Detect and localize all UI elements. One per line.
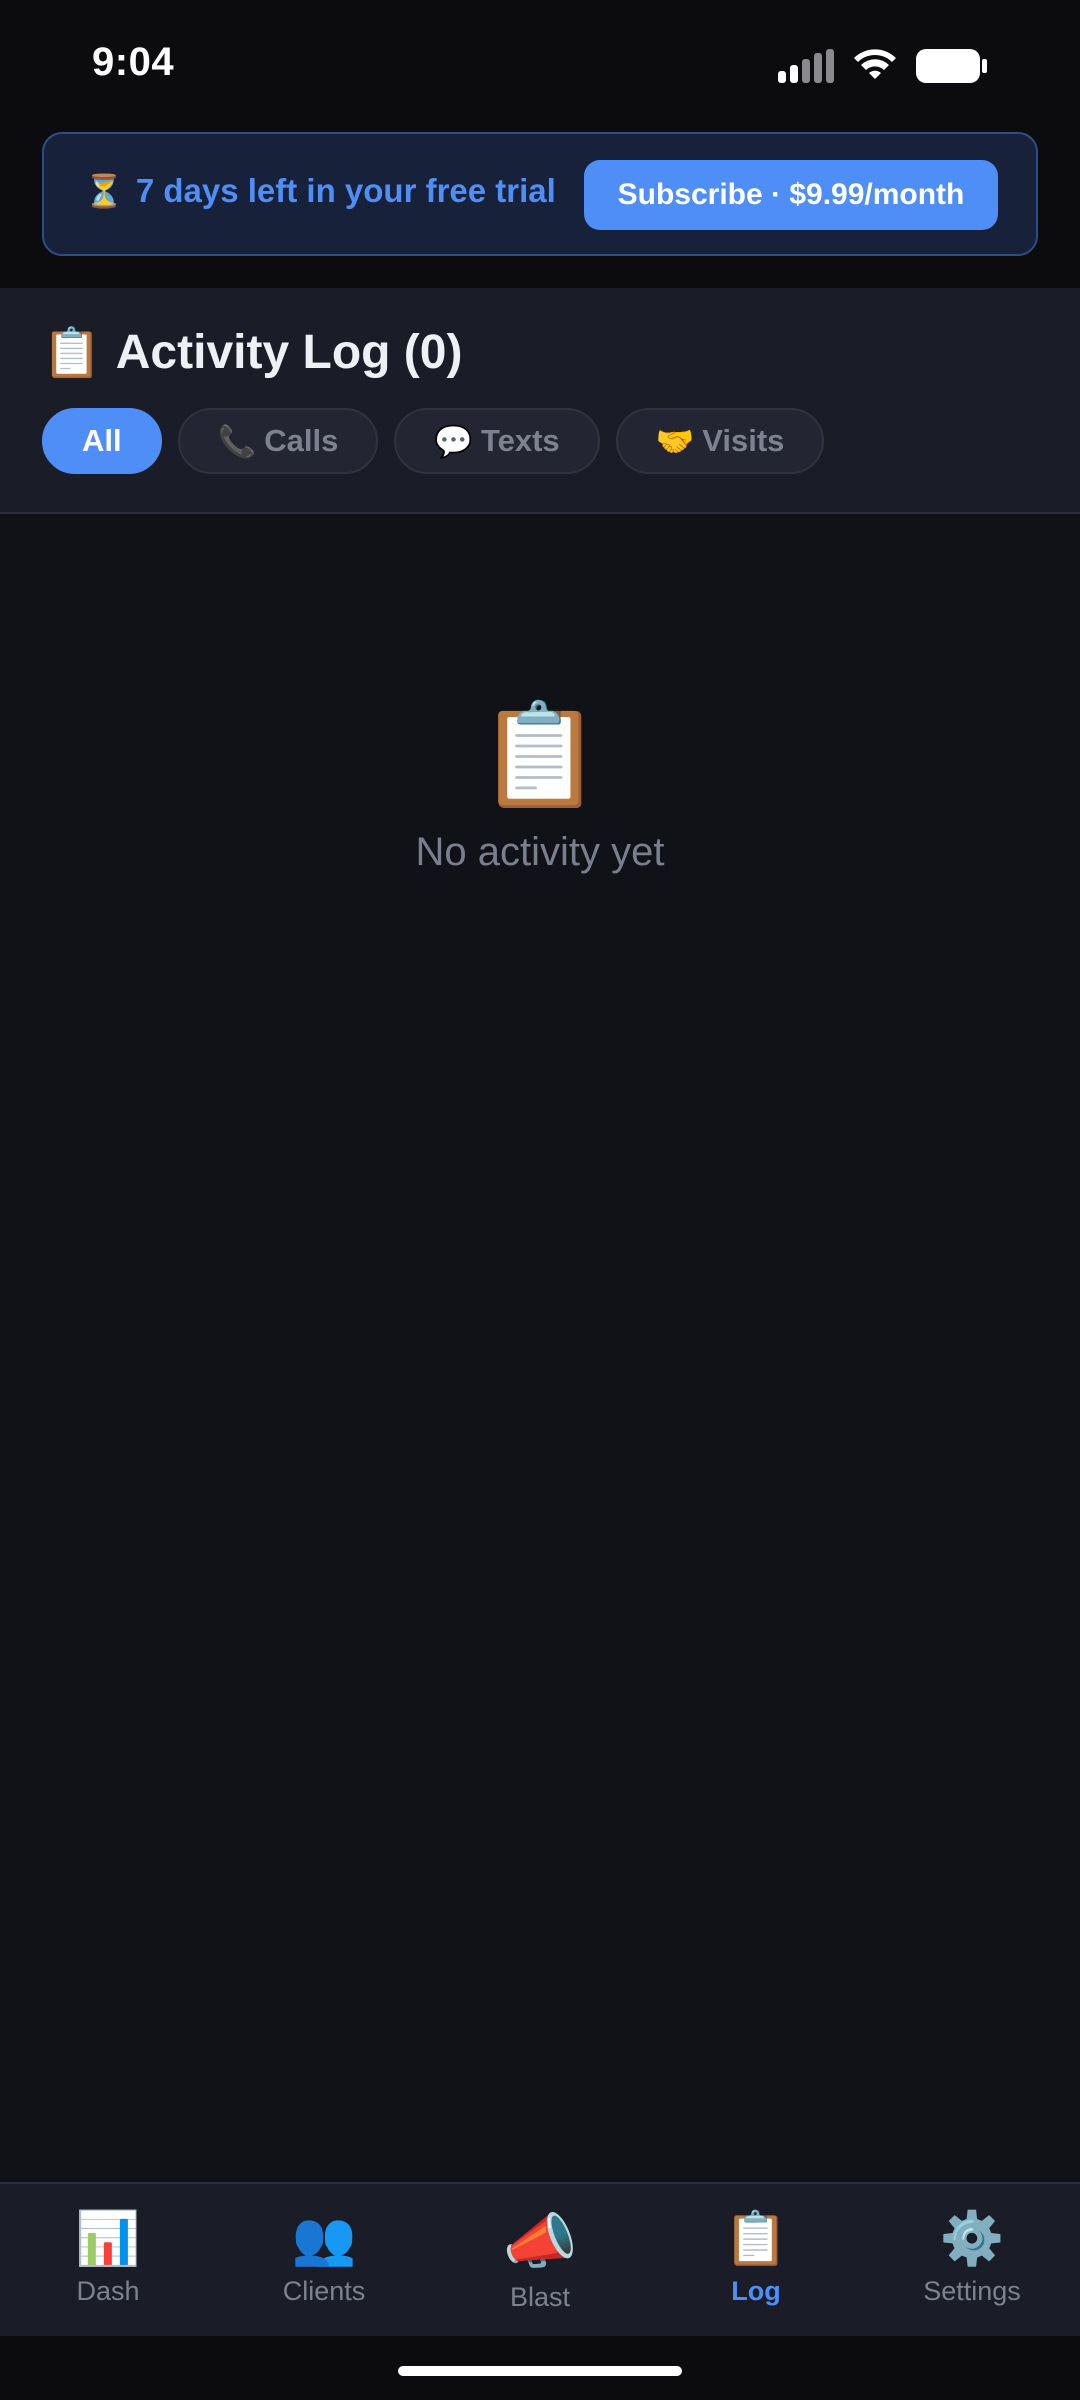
clipboard-icon: 📋 — [723, 2210, 789, 2268]
subscribe-button[interactable]: Subscribe · $9.99/month — [584, 160, 998, 230]
home-indicator[interactable] — [398, 2366, 682, 2376]
nav-label: Log — [731, 2276, 781, 2306]
nav-item-dash[interactable]: 📊 Dash — [0, 2184, 216, 2336]
filter-tabs: All 📞 Calls 💬 Texts 🤝 Visits — [42, 408, 825, 474]
wifi-icon — [854, 49, 896, 79]
handshake-icon: 🤝 — [655, 423, 695, 459]
trial-text: 7 days left in your free trial — [135, 172, 556, 209]
clipboard-icon: 📋 — [42, 327, 102, 380]
nav-label: Dash — [76, 2276, 140, 2306]
nav-label: Settings — [923, 2276, 1021, 2306]
speech-bubble-icon: 💬 — [434, 423, 473, 459]
bottom-nav: 📊 Dash 👥 Clients 📣 Blast 📋 Log ⚙️ Settin… — [0, 2182, 1080, 2336]
nav-item-settings[interactable]: ⚙️ Settings — [864, 2184, 1080, 2336]
empty-state-text: No activity yet — [415, 830, 665, 874]
battery-icon — [916, 49, 987, 83]
filter-label: Calls — [264, 423, 339, 458]
empty-state: 📋 No activity yet — [0, 700, 1080, 875]
trial-banner: ⏳ 7 days left in your free trial Subscri… — [42, 132, 1038, 256]
filter-label: All — [82, 423, 122, 458]
activity-log-header: 📋 Activity Log (0) All 📞 Calls 💬 Texts 🤝… — [0, 288, 1080, 514]
home-indicator-area — [0, 2336, 1080, 2400]
trial-banner-area: ⏳ 7 days left in your free trial Subscri… — [0, 130, 1080, 288]
people-icon: 👥 — [291, 2210, 357, 2268]
nav-item-log[interactable]: 📋 Log — [648, 2184, 864, 2336]
cellular-signal-icon — [778, 49, 834, 83]
filter-visits[interactable]: 🤝 Visits — [615, 408, 825, 474]
page-title-text: Activity Log (0) — [115, 326, 463, 379]
nav-item-blast[interactable]: 📣 Blast — [432, 2184, 648, 2336]
status-time: 9:04 — [92, 40, 175, 84]
gear-icon: ⚙️ — [939, 2210, 1005, 2268]
status-bar: 9:04 — [0, 0, 1080, 130]
status-icons — [778, 46, 988, 86]
hourglass-icon: ⏳ — [84, 173, 124, 209]
page-title: 📋 Activity Log (0) — [42, 324, 462, 381]
filter-all[interactable]: All — [42, 408, 162, 474]
filter-texts[interactable]: 💬 Texts — [394, 408, 600, 474]
nav-item-clients[interactable]: 👥 Clients — [216, 2184, 432, 2336]
nav-label: Blast — [509, 2282, 571, 2312]
bar-chart-icon: 📊 — [75, 2210, 141, 2268]
filter-label: Visits — [702, 423, 785, 458]
filter-calls[interactable]: 📞 Calls — [177, 408, 379, 474]
trial-message: ⏳ 7 days left in your free trial — [84, 172, 556, 210]
nav-label: Clients — [282, 2276, 366, 2306]
clipboard-icon: 📋 — [477, 699, 603, 811]
phone-icon: 📞 — [217, 423, 257, 459]
megaphone-icon: 📣 — [502, 2208, 578, 2275]
filter-label: Texts — [480, 423, 560, 458]
